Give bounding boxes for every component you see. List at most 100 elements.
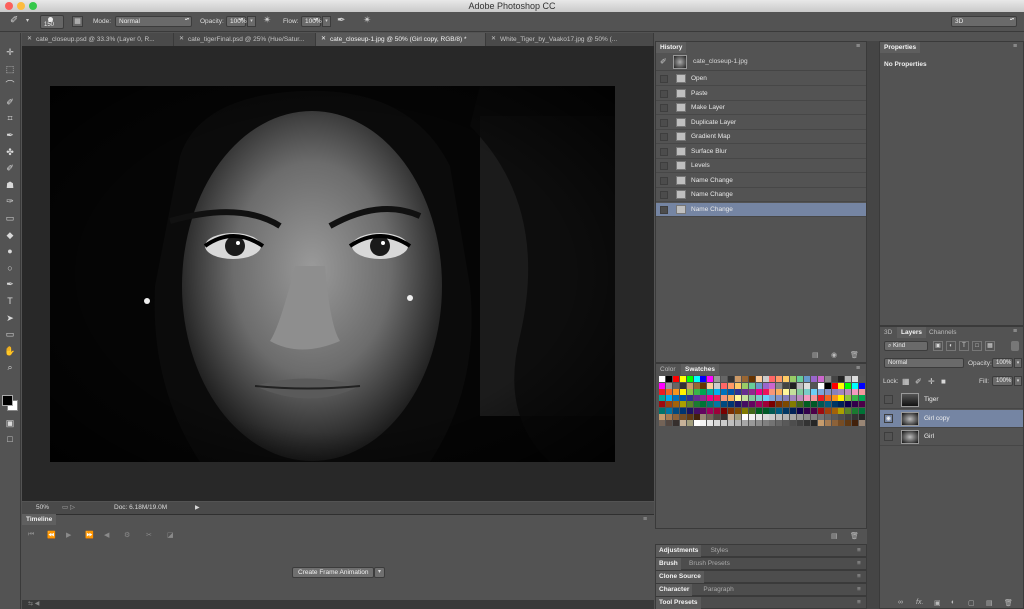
visibility-toggle[interactable] — [884, 432, 893, 441]
history-item[interactable]: Name Change — [656, 188, 866, 202]
document-tab[interactable]: ✕ White_Tiger_by_Vaako17.jpg @ 50% (... — [486, 33, 654, 46]
color-swatch[interactable] — [824, 420, 831, 426]
color-swatch[interactable] — [714, 413, 721, 420]
color-swatch[interactable] — [797, 388, 803, 395]
color-swatch[interactable] — [686, 420, 693, 426]
color-swatch[interactable] — [734, 420, 741, 426]
panel-tab-primary[interactable]: Clone Source — [656, 571, 704, 583]
color-swatch[interactable] — [693, 388, 700, 395]
adjustment-layer-icon[interactable]: ◐ — [951, 599, 955, 606]
panel-menu-icon[interactable]: ≡ — [643, 516, 647, 523]
color-swatch[interactable] — [852, 388, 859, 395]
opacity-dropdown-icon[interactable]: ▾ — [247, 16, 256, 27]
color-swatch[interactable] — [783, 401, 790, 407]
panel-tab-primary[interactable]: Character — [656, 584, 693, 596]
layer-opacity-input[interactable]: 100% — [992, 358, 1013, 368]
color-swatch[interactable] — [700, 401, 707, 407]
path-select-tool-icon[interactable]: ➤ — [3, 311, 17, 325]
color-swatch[interactable] — [679, 376, 686, 382]
color-swatch[interactable] — [810, 388, 817, 395]
collapsed-panel[interactable]: Adjustments Styles ≡ — [655, 544, 867, 557]
color-swatch[interactable] — [659, 420, 665, 426]
collapsed-panel[interactable]: Clone Source ≡ — [655, 570, 867, 583]
color-swatch[interactable] — [817, 413, 824, 420]
layer-row[interactable]: ◉ Girl copy — [880, 409, 1023, 428]
color-swatch[interactable] — [776, 413, 783, 420]
collapsed-panel[interactable]: Tool Presets ≡ — [655, 596, 867, 609]
camera-icon[interactable]: ◉ — [831, 351, 837, 359]
history-checkbox[interactable] — [660, 104, 668, 112]
color-swatch[interactable] — [769, 388, 776, 395]
color-swatch[interactable] — [845, 388, 852, 395]
visibility-toggle[interactable] — [884, 395, 893, 404]
color-swatch[interactable] — [810, 376, 817, 382]
color-swatch[interactable] — [741, 401, 748, 407]
color-swatch[interactable] — [755, 376, 762, 382]
color-swatch[interactable] — [797, 420, 803, 426]
status-menu-icon[interactable]: ▶ — [195, 502, 200, 514]
history-item[interactable]: Duplicate Layer — [656, 116, 866, 130]
color-swatch[interactable] — [852, 376, 859, 382]
document-image[interactable] — [50, 86, 615, 462]
color-swatch[interactable] — [734, 413, 741, 420]
history-checkbox[interactable] — [660, 89, 668, 98]
color-swatch[interactable] — [769, 376, 776, 382]
brush-tool-icon[interactable]: ✐ — [3, 161, 17, 175]
filter-adjustment-icon[interactable]: ◐ — [946, 341, 956, 351]
color-swatch[interactable] — [686, 413, 693, 420]
previous-frame-icon[interactable]: ⏪ — [47, 531, 56, 539]
color-swatch[interactable] — [679, 401, 686, 407]
new-group-icon[interactable]: ▢ — [968, 599, 975, 607]
history-tab[interactable]: History — [656, 42, 687, 53]
close-icon[interactable]: ✕ — [179, 33, 184, 46]
history-item[interactable]: Open — [656, 72, 866, 86]
color-swatch[interactable] — [755, 413, 762, 420]
filter-shape-icon[interactable]: □ — [972, 341, 982, 351]
color-swatch[interactable] — [817, 376, 824, 382]
history-item[interactable]: Surface Blur — [656, 145, 866, 159]
color-swatch[interactable] — [693, 420, 700, 426]
quick-select-tool-icon[interactable]: ✐ — [3, 95, 17, 109]
color-swatch[interactable] — [831, 413, 838, 420]
color-swatch[interactable] — [845, 413, 852, 420]
color-swatch[interactable] — [721, 420, 728, 426]
color-swatch[interactable] — [762, 388, 769, 395]
color-swatch[interactable] — [769, 401, 776, 407]
color-swatch[interactable] — [776, 388, 783, 395]
history-item[interactable]: Make Layer — [656, 101, 866, 115]
color-swatch[interactable] — [672, 401, 679, 407]
hand-tool-icon[interactable]: ✋ — [3, 344, 17, 358]
color-swatch[interactable] — [817, 388, 824, 395]
trash-icon[interactable]: 🗑 — [850, 532, 859, 540]
color-swatch[interactable] — [803, 401, 810, 407]
color-swatch[interactable] — [741, 376, 748, 382]
layer-filter-select[interactable]: ⌕ Kind — [884, 341, 928, 351]
history-item[interactable]: Name Change — [656, 174, 866, 188]
color-swatch[interactable] — [859, 388, 866, 395]
color-swatch[interactable] — [686, 376, 693, 382]
color-swatch[interactable] — [762, 413, 769, 420]
history-checkbox[interactable] — [660, 205, 668, 214]
screen-mode-icon[interactable]: □ — [3, 432, 17, 446]
color-swatch[interactable] — [686, 401, 693, 407]
history-checkbox[interactable] — [660, 162, 668, 170]
panel-tab-primary[interactable]: Adjustments — [656, 545, 702, 557]
color-swatch[interactable] — [714, 376, 721, 382]
color-swatch[interactable] — [659, 401, 665, 407]
color-swatch[interactable] — [748, 401, 755, 407]
color-swatch[interactable] — [859, 420, 866, 426]
panel-menu-icon[interactable]: ≡ — [1013, 43, 1017, 50]
color-swatch[interactable] — [762, 376, 769, 382]
color-swatch[interactable] — [679, 388, 686, 395]
fill-input[interactable]: 100% — [992, 376, 1013, 386]
history-item[interactable]: Gradient Map — [656, 130, 866, 144]
zoom-tool-icon[interactable]: ⌕ — [3, 360, 17, 374]
clone-stamp-tool-icon[interactable]: ☗ — [3, 178, 17, 192]
paint-bucket-tool-icon[interactable]: ◆ — [3, 228, 17, 242]
color-swatch[interactable] — [831, 401, 838, 407]
move-tool-icon[interactable]: ✛ — [3, 45, 17, 59]
color-swatch[interactable] — [748, 413, 755, 420]
color-swatch[interactable] — [659, 376, 665, 382]
color-swatch[interactable] — [748, 388, 755, 395]
color-swatch[interactable] — [762, 420, 769, 426]
